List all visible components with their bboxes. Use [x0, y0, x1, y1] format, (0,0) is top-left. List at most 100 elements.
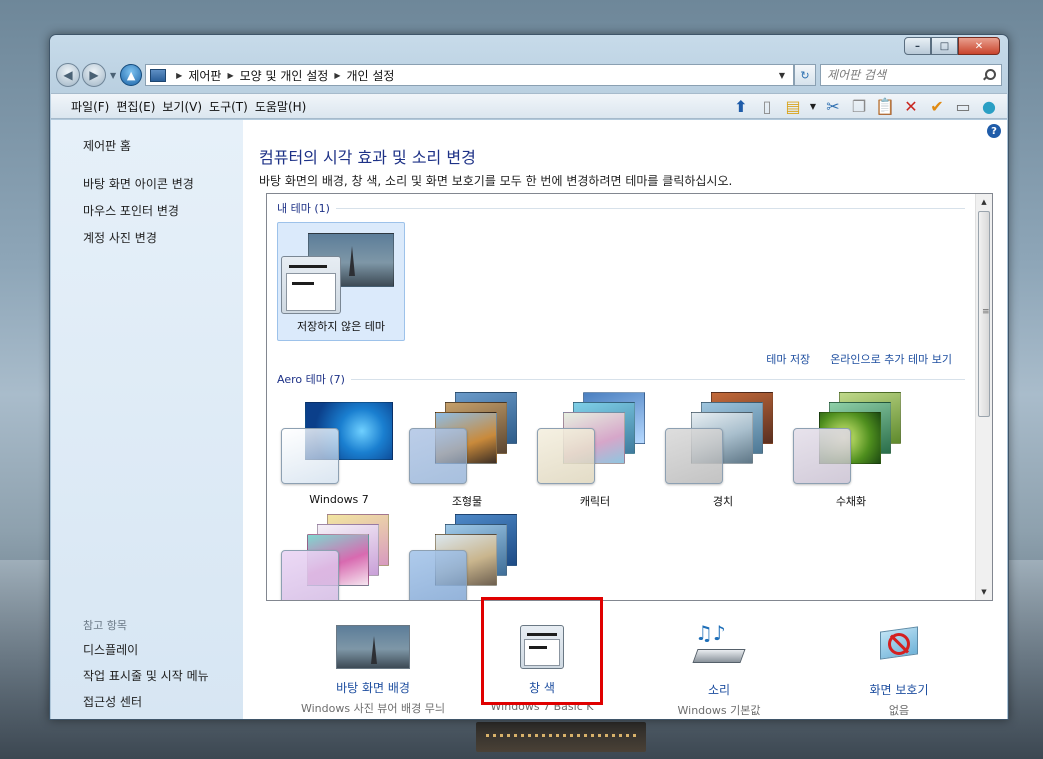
address-row: ◀ ▶ ▼ ▲ ▶ 제어판 ▶ 모양 및 개인 설정 ▶ 개인 설정 ▼ ↻ [56, 61, 1002, 89]
main-pane: ? 컴퓨터의 시각 효과 및 소리 변경 바탕 화면의 배경, 창 색, 소리 … [243, 120, 1007, 719]
paste-icon[interactable]: 📋 [875, 96, 895, 116]
menu-view[interactable]: 보기(V) [162, 98, 202, 115]
taskbar-link[interactable]: 작업 표시줄 및 시작 메뉴 [83, 667, 209, 684]
toolbar-icons: ⬆ ▯ ▤ ▼ ✂ ❐ 📋 ✕ ✔ ▭ ● [731, 96, 1007, 116]
theme-label: 조형물 [451, 495, 483, 508]
my-themes-header: 내 테마 (1) [277, 200, 965, 216]
breadcrumb-appearance[interactable]: 모양 및 개인 설정 [240, 67, 329, 84]
delete-icon[interactable]: ✕ [901, 96, 921, 116]
back-button[interactable]: ◀ [56, 63, 80, 87]
theme-label: 캐릭터 [579, 495, 611, 508]
up-arrow-icon: ▲ [126, 68, 136, 82]
left-pane: 제어판 홈 바탕 화면 아이콘 변경 마우스 포인터 변경 계정 사진 변경 참… [51, 120, 243, 719]
theme-label: 경치 [712, 495, 734, 508]
properties-icon[interactable]: ▭ [953, 96, 973, 116]
account-picture-link[interactable]: 계정 사진 변경 [83, 229, 243, 246]
breadcrumb-arrow-icon[interactable]: ▶ [334, 71, 340, 80]
theme-label: 수채화 [835, 495, 867, 508]
mouse-pointers-link[interactable]: 마우스 포인터 변경 [83, 202, 243, 219]
setting-name[interactable]: 화면 보호기 [809, 681, 989, 698]
breadcrumb-personalization[interactable]: 개인 설정 [346, 67, 394, 84]
up-button[interactable]: ▲ [120, 64, 143, 86]
refresh-icon: ↻ [800, 68, 810, 82]
theme-actions: 테마 저장 온라인으로 추가 테마 보기 [766, 351, 952, 367]
screen-saver-setting[interactable]: 화면 보호기 없음 [809, 625, 989, 718]
theme-glass-icon [409, 428, 467, 484]
setting-name[interactable]: 소리 [629, 681, 809, 698]
copy-icon[interactable]: ❐ [849, 96, 869, 116]
search-icon[interactable] [983, 69, 996, 81]
menu-bar: 파일(F) 편집(E) 보기(V) 도구(T) 도움말(H) ⬆ ▯ ▤ ▼ ✂… [51, 93, 1007, 119]
control-panel-home-link[interactable]: 제어판 홈 [83, 137, 243, 154]
ease-of-access-link[interactable]: 접근성 센터 [83, 693, 209, 710]
theme-label: Windows 7 [309, 493, 369, 506]
check-icon[interactable]: ✔ [927, 96, 947, 116]
recent-pages-dropdown[interactable]: ▼ [110, 71, 116, 80]
cut-icon[interactable]: ✂ [823, 96, 843, 116]
globe-icon[interactable]: ● [979, 96, 999, 116]
sounds-icon: ♫♪ [689, 621, 749, 671]
desktop-icons-link[interactable]: 바탕 화면 아이콘 변경 [83, 175, 243, 192]
theme-glass-icon [281, 428, 339, 484]
theme-glass-icon [537, 428, 595, 484]
search-input[interactable] [827, 68, 983, 82]
upload-icon[interactable]: ⬆ [731, 96, 751, 116]
aero-themes-header: Aero 테마 (7) [277, 371, 965, 387]
breadcrumb-arrow-icon[interactable]: ▶ [176, 71, 182, 80]
theme-list-scrollbar[interactable]: ▲ ▼ [975, 194, 992, 600]
theme-landscapes[interactable]: 경치 [663, 392, 783, 512]
theme-glass-icon [409, 550, 467, 600]
annotation-highlight-box [481, 597, 603, 705]
minimize-button[interactable]: – [904, 37, 931, 55]
control-panel-icon [150, 68, 167, 82]
menu-help[interactable]: 도움말(H) [255, 98, 307, 115]
screen-saver-icon [874, 625, 924, 671]
search-box[interactable] [820, 64, 1002, 86]
scroll-thumb[interactable] [978, 211, 990, 417]
title-bar[interactable]: – □ ✕ [50, 35, 1008, 59]
theme-characters[interactable]: 캐릭터 [535, 392, 655, 512]
close-button[interactable]: ✕ [958, 37, 1000, 55]
refresh-button[interactable]: ↻ [794, 64, 816, 86]
address-bar[interactable]: ▶ 제어판 ▶ 모양 및 개인 설정 ▶ 개인 설정 ▼ [145, 64, 794, 86]
maximize-button[interactable]: □ [931, 37, 958, 55]
theme-glass-icon [665, 428, 723, 484]
scroll-down-icon[interactable]: ▼ [976, 584, 992, 600]
theme-aero-7[interactable] [407, 514, 527, 600]
menu-file[interactable]: 파일(F) [71, 98, 109, 115]
back-arrow-icon: ◀ [63, 68, 73, 82]
breadcrumb-control-panel[interactable]: 제어판 [188, 67, 221, 84]
unsaved-theme-tile[interactable]: 저장하지 않은 테마 [277, 222, 405, 341]
theme-aero-6[interactable] [279, 514, 399, 600]
pane-icon[interactable]: ▯ [757, 96, 777, 116]
forward-arrow-icon: ▶ [89, 68, 99, 82]
personalization-window: – □ ✕ ◀ ▶ ▼ ▲ ▶ 제어판 ▶ 모양 및 개인 설정 ▶ 개인 설정… [49, 34, 1009, 720]
setting-name[interactable]: 바탕 화면 배경 [283, 679, 463, 696]
theme-architecture[interactable]: 조형물 [407, 392, 527, 512]
online-themes-link[interactable]: 온라인으로 추가 테마 보기 [830, 351, 952, 367]
page-title: 컴퓨터의 시각 효과 및 소리 변경 [259, 148, 476, 167]
save-theme-link[interactable]: 테마 저장 [766, 351, 810, 367]
menu-edit[interactable]: 편집(E) [116, 98, 155, 115]
window-color-icon [281, 256, 341, 314]
setting-value: Windows 기본값 [677, 704, 761, 717]
sounds-setting[interactable]: ♫♪ 소리 Windows 기본값 [629, 621, 809, 718]
content-area: 제어판 홈 바탕 화면 아이콘 변경 마우스 포인터 변경 계정 사진 변경 참… [51, 120, 1007, 719]
theme-windows7[interactable]: Windows 7 [279, 394, 399, 512]
wallpaper-ship [476, 722, 646, 752]
help-icon[interactable]: ? [987, 124, 1001, 138]
setting-value: Windows 사진 뷰어 배경 무늬 [300, 702, 446, 715]
address-dropdown-icon[interactable]: ▼ [779, 71, 785, 80]
menu-tools[interactable]: 도구(T) [209, 98, 248, 115]
display-link[interactable]: 디스플레이 [83, 641, 209, 658]
desktop-background-setting[interactable]: 바탕 화면 배경 Windows 사진 뷰어 배경 무늬 [283, 625, 463, 716]
view-dropdown-icon[interactable]: ▼ [809, 96, 817, 116]
desktop-background-icon [336, 625, 410, 669]
scroll-up-icon[interactable]: ▲ [976, 194, 992, 210]
theme-nature[interactable]: 수채화 [791, 392, 911, 512]
forward-button[interactable]: ▶ [82, 63, 106, 87]
folder-view-icon[interactable]: ▤ [783, 96, 803, 116]
theme-glass-icon [793, 428, 851, 484]
theme-list[interactable]: 내 테마 (1) 저장하지 않은 테마 테마 저장 온라인으로 추가 테마 보기… [266, 193, 993, 601]
breadcrumb-arrow-icon[interactable]: ▶ [227, 71, 233, 80]
